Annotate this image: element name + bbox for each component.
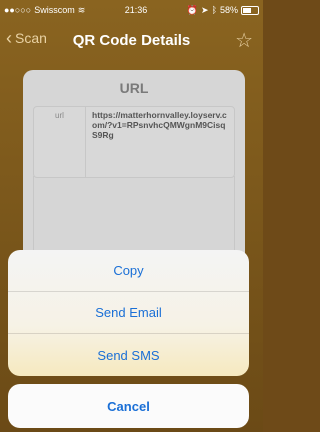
card-title: URL — [119, 80, 149, 96]
battery-icon — [241, 5, 259, 15]
status-left: ●●○○○ Swisscom ≋ — [4, 5, 85, 16]
status-bar: ●●○○○ Swisscom ≋ 21:36 ⏰ ➤ ᛒ 58% — [0, 0, 263, 20]
back-label: Scan — [15, 30, 47, 46]
carrier-label: Swisscom — [34, 5, 75, 15]
location-icon: ➤ — [201, 4, 209, 15]
chevron-left-icon: ‹ — [6, 28, 12, 48]
alarm-icon: ⏰ — [186, 4, 199, 15]
details-row: url https://matterhornvalley.loyserv.com… — [33, 106, 235, 178]
time-label: 21:36 — [124, 5, 148, 15]
navigation-bar: ‹ Scan QR Code Details ☆ — [0, 20, 263, 60]
copy-button[interactable]: Copy — [8, 250, 249, 292]
row-value-url[interactable]: https://matterhornvalley.loyserv.com/?v1… — [92, 110, 230, 140]
status-right: ⏰ ➤ ᛒ 58% — [187, 5, 259, 16]
page-title: QR Code Details — [72, 31, 191, 49]
bluetooth-icon: ᛒ — [211, 5, 217, 15]
cancel-button[interactable]: Cancel — [8, 384, 249, 428]
wifi-icon: ≋ — [77, 4, 86, 15]
signal-icon: ●●○○○ — [4, 5, 32, 15]
battery-percent: 58% — [219, 5, 238, 15]
send-sms-button[interactable]: Send SMS — [8, 334, 249, 376]
send-email-button[interactable]: Send Email — [8, 292, 249, 334]
row-key: url — [34, 107, 86, 177]
back-button[interactable]: ‹ Scan — [6, 28, 47, 48]
action-sheet: Copy Send Email Send SMS — [8, 250, 249, 376]
favorite-star-icon[interactable]: ☆ — [235, 28, 253, 53]
